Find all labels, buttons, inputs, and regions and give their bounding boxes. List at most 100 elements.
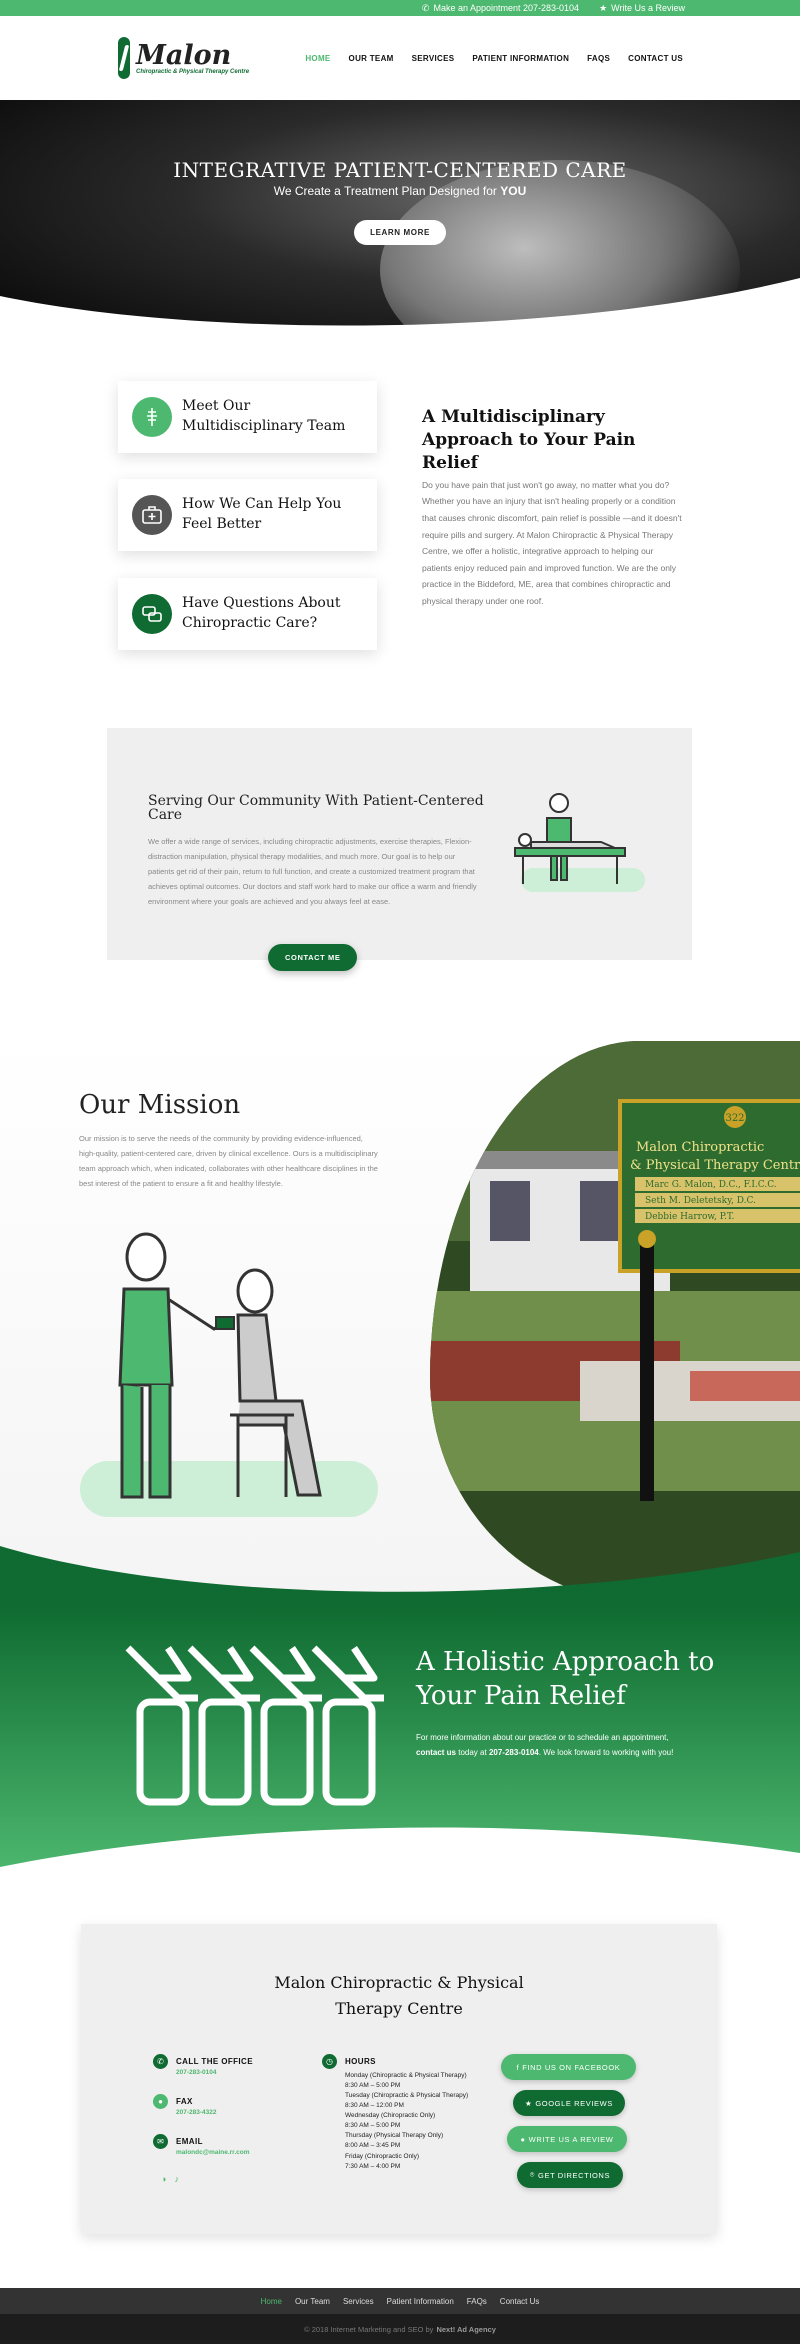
card-questions[interactable]: Have Questions About Chiropractic Care? (118, 578, 377, 650)
nav-patient-information[interactable]: PATIENT INFORMATION (472, 54, 569, 63)
nav-contact-us[interactable]: CONTACT US (628, 54, 683, 63)
sign-line-3: Debbie Harrow, P.T. (645, 1212, 734, 1222)
holistic-body: For more information about our practice … (416, 1730, 686, 1760)
learn-more-button[interactable]: LEARN MORE (354, 220, 446, 245)
call-value[interactable]: 207-283-0104 (176, 2069, 253, 2076)
hours-line: 7:30 AM – 4:00 PM (345, 2162, 401, 2170)
review-label: Write Us a Review (611, 3, 685, 13)
contact-section: Malon Chiropractic & Physical Therapy Ce… (0, 1876, 800, 2288)
facebook-icon: f (516, 2062, 520, 2072)
hours-line: 8:00 AM – 3:45 PM (345, 2142, 401, 2150)
phone-icon: ✆ (153, 2054, 168, 2069)
email-value[interactable]: malondc@maine.rr.com (176, 2149, 250, 2156)
top-bar: ✆ Make an Appointment 207-283-0104 ★ Wri… (0, 0, 800, 16)
holistic-heading: A Holistic Approach to Your Pain Relief (416, 1647, 715, 1711)
therapy-table-illustration (514, 793, 645, 892)
hero-banner: INTEGRATIVE PATIENT-CENTERED CARE We Cre… (0, 100, 800, 338)
sign-line-2: Seth M. Deletetsky, D.C. (645, 1196, 756, 1206)
contact-heading: Malon Chiropractic & Physical Therapy Ce… (274, 1973, 524, 2018)
footer-nav-home[interactable]: Home (261, 2297, 282, 2306)
community-heading: Serving Our Community With Patient-Cente… (148, 793, 484, 823)
write-review-label: WRITE US A REVIEW (528, 2134, 614, 2144)
facebook-button[interactable]: f FIND US ON FACEBOOK (501, 2054, 636, 2080)
first-aid-kit-icon (132, 495, 172, 535)
card-meet-team-title: Meet Our Multidisciplinary Team (182, 398, 346, 434)
sign-title-1: Malon Chiropractic (636, 1140, 764, 1155)
nav-faqs[interactable]: FAQS (587, 54, 610, 63)
community-body: We offer a wide range of services, inclu… (148, 837, 477, 906)
chat-bubbles-icon (132, 594, 172, 634)
copyright-text: © 2018 Internet Marketing and SEO by (304, 2324, 434, 2334)
nav-home[interactable]: HOME (305, 54, 330, 63)
call-label: CALL THE OFFICE (176, 2057, 253, 2066)
site-header: Malon Chiropractic & Physical Therapy Ce… (0, 16, 800, 100)
call-office: ✆ CALL THE OFFICE 207-283-0104 (153, 2054, 253, 2076)
nav-our-team[interactable]: OUR TEAM (349, 54, 394, 63)
write-review-button[interactable]: ● WRITE US A REVIEW (507, 2126, 627, 2152)
agency-link[interactable]: Next! Ad Agency (436, 2325, 495, 2334)
location-pin-icon: ● (153, 2094, 168, 2109)
clock-icon: ◷ (322, 2054, 337, 2069)
holistic-phone[interactable]: 207-283-0104 (489, 1748, 539, 1757)
hero-wave-divider (0, 278, 800, 338)
approach-body: Do you have pain that just won't go away… (422, 479, 682, 606)
mission-heading: Our Mission (79, 1090, 241, 1120)
footer-nav-services[interactable]: Services (343, 2297, 374, 2306)
approach-text: A Multidisciplinary Approach to Your Pai… (422, 406, 684, 609)
mission-section: Our Mission Our mission is to serve the … (0, 1041, 800, 1606)
fax: ● FAX 207-283-4322 (153, 2094, 216, 2116)
clinic-building-image: 322 Malon Chiropractic & Physical Therap… (430, 1041, 800, 1601)
card-how-we-help[interactable]: How We Can Help You Feel Better (118, 479, 377, 551)
doctor-patient-illustration (80, 1232, 378, 1517)
footer-nav-our-team[interactable]: Our Team (295, 2297, 330, 2306)
accessibility-icon[interactable]: ◑ (161, 2174, 166, 2184)
holistic-body-prefix: For more information about our practice … (416, 1733, 669, 1742)
card-meet-team[interactable]: Meet Our Multidisciplinary Team (118, 381, 377, 453)
mission-wave-divider (0, 1546, 800, 1606)
holistic-contact-link[interactable]: contact us (416, 1748, 456, 1757)
star-icon: ★ (599, 2, 608, 13)
review-link[interactable]: ★ Write Us a Review (599, 3, 685, 14)
services-section: Meet Our Multidisciplinary Team How We C… (0, 338, 800, 728)
hours-line: 8:30 AM – 12:00 PM (345, 2102, 404, 2110)
card-questions-title: Have Questions About Chiropractic Care? (182, 595, 341, 631)
hours-list: Monday (Chiropractic & Physical Therapy)… (345, 2071, 468, 2172)
holistic-body-suffix: . We look forward to working with you! (538, 1748, 674, 1758)
sign-line-1: Marc G. Malon, D.C., F.I.C.C. (645, 1180, 777, 1190)
star-icon: ★ (525, 2098, 533, 2108)
appointment-label: Make an Appointment 207-283-0104 (433, 3, 580, 13)
footer-nav: Home Our Team Services Patient Informati… (0, 2288, 800, 2314)
social-icons: ◑ ♪ (161, 2174, 179, 2184)
fax-label: FAX (176, 2097, 193, 2106)
google-reviews-button[interactable]: ★ GOOGLE REVIEWS (513, 2090, 625, 2116)
tiktok-icon[interactable]: ♪ (174, 2174, 179, 2184)
footer-copyright: © 2018 Internet Marketing and SEO by Nex… (0, 2314, 800, 2344)
site-logo[interactable]: Malon Chiropractic & Physical Therapy Ce… (118, 37, 249, 79)
footer-nav-contact-us[interactable]: Contact Us (500, 2297, 540, 2306)
get-directions-button[interactable]: ⌾ GET DIRECTIONS (517, 2162, 623, 2188)
hero-subtitle: We Create a Treatment Plan Designed for … (0, 184, 800, 198)
envelope-icon: ✉ (153, 2134, 168, 2149)
hours-line: Wednesday (Chiropractic Only) (345, 2112, 436, 2120)
appointment-link[interactable]: ✆ Make an Appointment 207-283-0104 (422, 3, 579, 14)
hero-subtitle-emphasis: YOU (500, 184, 527, 198)
logo-spine-icon (118, 37, 130, 79)
hours: ◷ HOURS Monday (Chiropractic & Physical … (322, 2054, 468, 2172)
hero-title: INTEGRATIVE PATIENT-CENTERED CARE (173, 158, 627, 182)
fax-value: 207-283-4322 (176, 2109, 217, 2116)
phone-icon: ✆ (421, 2, 430, 13)
hours-line: Tuesday (Chiropractic & Physical Therapy… (345, 2092, 469, 2100)
facebook-label: FIND US ON FACEBOOK (522, 2062, 621, 2072)
card-how-we-help-title: How We Can Help You Feel Better (182, 496, 342, 532)
logo-name: Malon (136, 39, 232, 71)
contact-me-button[interactable]: CONTACT ME (268, 944, 358, 971)
sign-number: 322 (725, 1113, 744, 1124)
hours-label: HOURS (345, 2057, 376, 2066)
nav-services[interactable]: SERVICES (412, 54, 455, 63)
community-section: Serving Our Community With Patient-Cente… (107, 728, 692, 971)
hours-line: Thursday (Physical Therapy Only) (345, 2132, 444, 2140)
footer-nav-patient-information[interactable]: Patient Information (387, 2297, 454, 2306)
logo-subtitle: Chiropractic & Physical Therapy Centre (136, 68, 250, 75)
hero-subtitle-text: We Create a Treatment Plan Designed for (273, 184, 501, 198)
footer-nav-faqs[interactable]: FAQs (467, 2297, 487, 2306)
